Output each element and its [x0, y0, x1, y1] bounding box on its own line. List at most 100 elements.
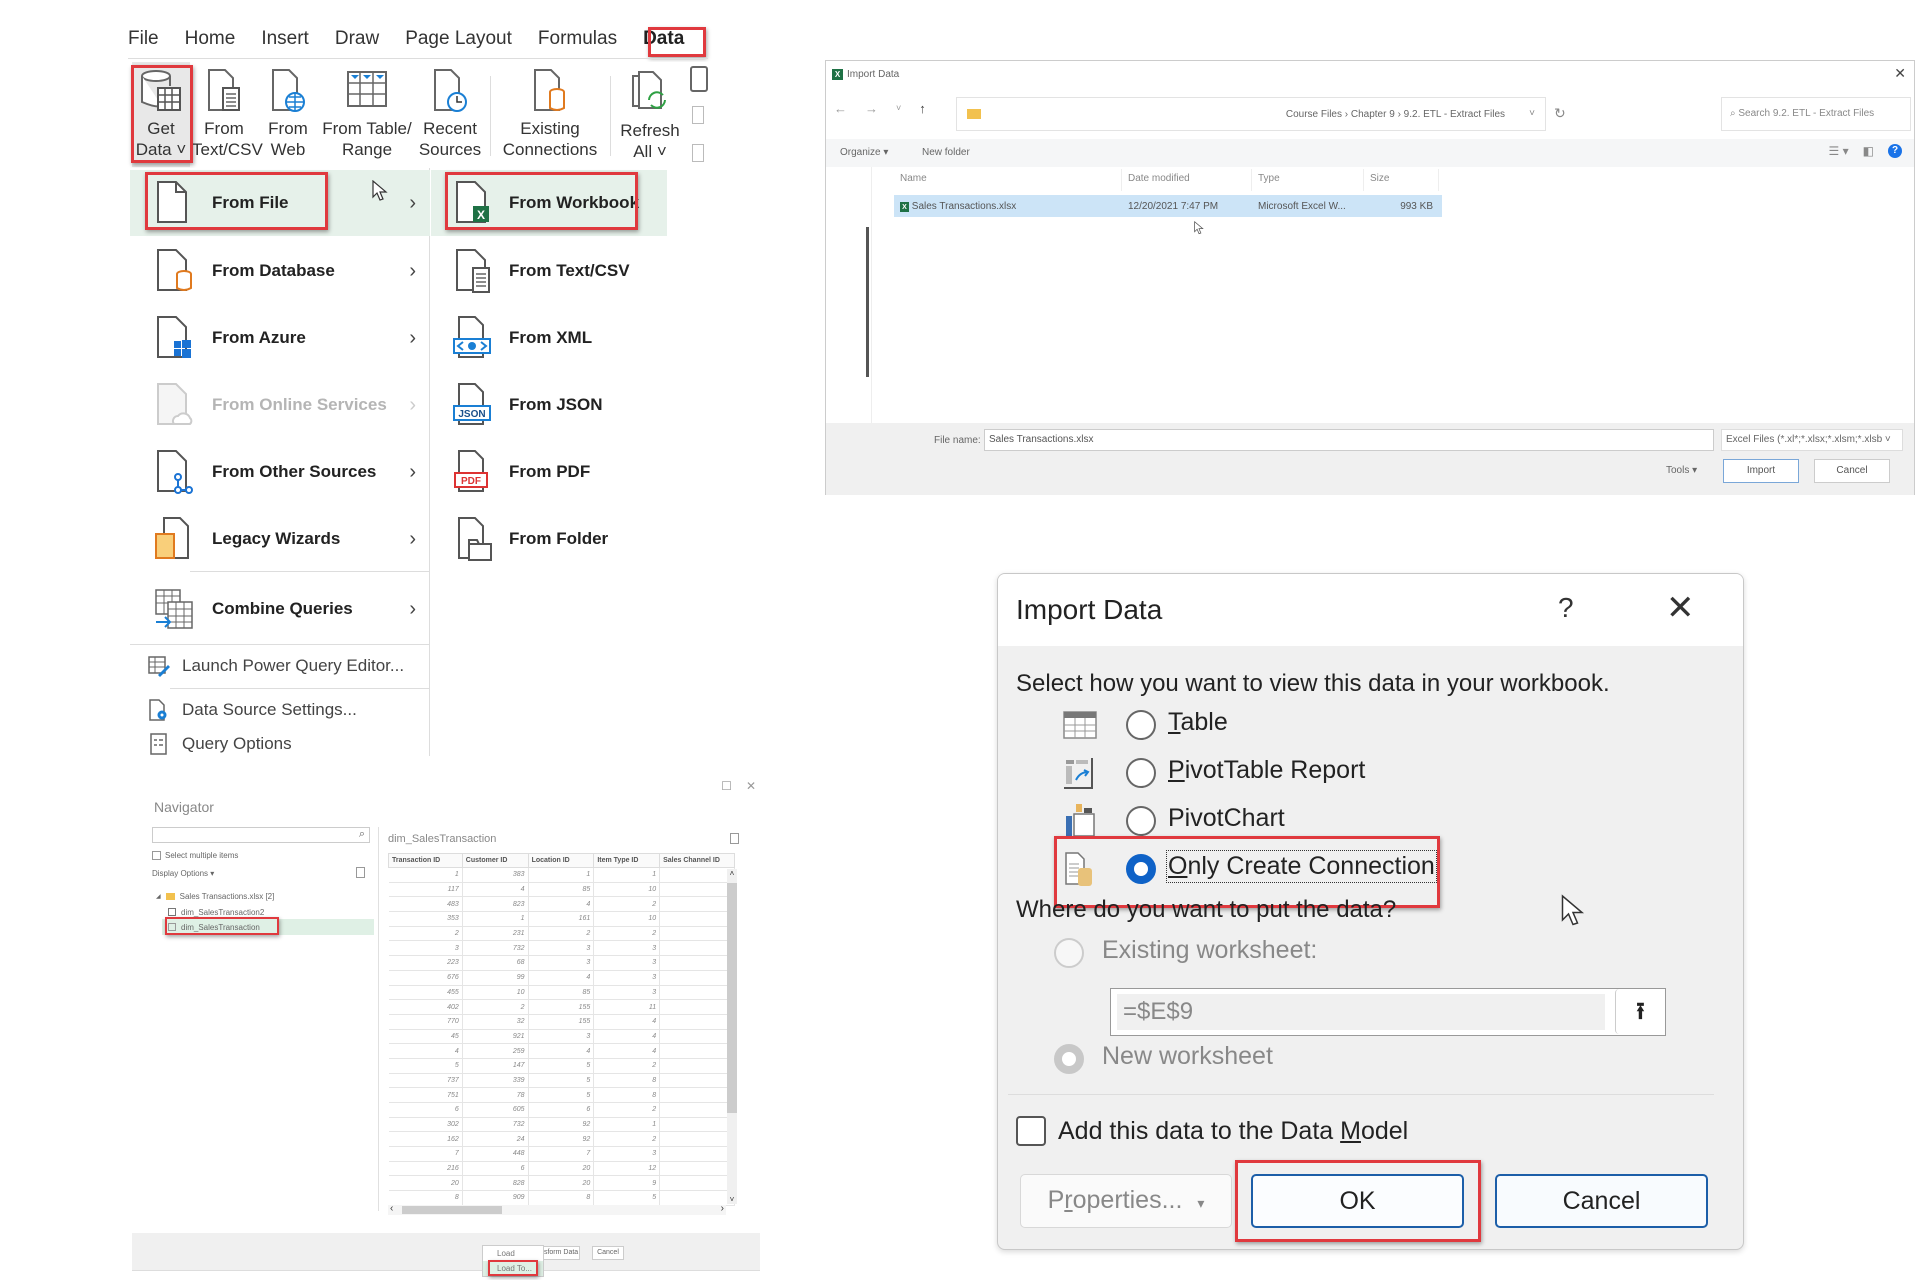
menu-item-from-online-services[interactable]: From Online Services ›: [130, 372, 430, 438]
queries-connections-icon[interactable]: [692, 106, 704, 124]
radio-existing-worksheet[interactable]: [1054, 938, 1084, 968]
add-to-data-model-checkbox[interactable]: Add this data to the Data Model: [1016, 1114, 1408, 1148]
column-header-name[interactable]: Name: [894, 169, 1122, 191]
column-header-type[interactable]: Type: [1252, 169, 1364, 191]
preview-pane-icon[interactable]: ◧: [1863, 144, 1874, 158]
file-row[interactable]: X Sales Transactions.xlsx 12/20/2021 7:4…: [894, 195, 1442, 217]
menu-item-query-options[interactable]: Query Options: [130, 730, 430, 758]
file-search-input[interactable]: ⌕ Search 9.2. ETL - Extract Files: [1721, 97, 1911, 131]
column-header[interactable]: Location ID: [527, 853, 595, 868]
checkbox[interactable]: [152, 851, 161, 860]
display-options-dropdown[interactable]: Display Options ▾: [152, 869, 214, 878]
up-arrow-icon[interactable]: ↑: [919, 101, 926, 116]
submenu-item-from-pdf[interactable]: PDF From PDF: [431, 439, 667, 505]
file-name-input[interactable]: Sales Transactions.xlsx: [984, 429, 1714, 451]
help-icon[interactable]: ?: [1888, 144, 1902, 158]
collapse-dialog-icon[interactable]: ⭱: [1615, 989, 1665, 1034]
radio-only-create-connection[interactable]: [1126, 854, 1156, 884]
submenu-item-from-workbook[interactable]: X From Workbook: [431, 170, 667, 236]
address-bar[interactable]: Course Files › Chapter 9 › 9.2. ETL - Ex…: [956, 97, 1546, 131]
scroll-thumb[interactable]: [402, 1206, 502, 1214]
cell-reference-field[interactable]: =$E$9 ⭱: [1110, 988, 1666, 1036]
ok-button[interactable]: OK: [1251, 1174, 1464, 1228]
navigator-search-input[interactable]: ⌕: [152, 827, 370, 843]
import-button[interactable]: Import: [1723, 459, 1799, 483]
maximize-icon[interactable]: ☐: [721, 779, 732, 793]
existing-connections-button[interactable]: Existing Connections: [500, 62, 600, 167]
view-options-icon[interactable]: ☰ ▾: [1829, 144, 1849, 158]
load-menu-item-load[interactable]: Load: [483, 1246, 543, 1261]
radio-pivotchart[interactable]: [1126, 806, 1156, 836]
navigator-cancel-button[interactable]: Cancel: [592, 1246, 624, 1260]
organize-button[interactable]: Organize ▾: [840, 147, 888, 158]
preview-horizontal-scrollbar[interactable]: ‹ ›: [388, 1203, 726, 1215]
edit-links-icon[interactable]: [692, 144, 704, 162]
submenu-item-from-xml[interactable]: From XML: [431, 305, 667, 371]
help-button[interactable]: ?: [1558, 592, 1574, 624]
column-header[interactable]: Transaction ID: [388, 853, 463, 868]
submenu-item-from-json[interactable]: JSON From JSON: [431, 372, 667, 438]
column-header-size[interactable]: Size: [1364, 169, 1439, 191]
from-web-button[interactable]: From Web: [260, 62, 316, 167]
file-type-select[interactable]: Excel Files (*.xl*;*.xlsx;*.xlsm;*.xlsb …: [1721, 429, 1903, 451]
chevron-down-icon[interactable]: ˅: [1529, 108, 1535, 119]
get-data-button[interactable]: Get Data ˅: [132, 62, 190, 167]
checkbox[interactable]: [1016, 1116, 1046, 1146]
recent-sources-button[interactable]: Recent Sources: [418, 62, 482, 167]
cancel-button[interactable]: Cancel: [1495, 1174, 1708, 1228]
scroll-thumb[interactable]: [727, 883, 737, 1113]
tree-item-dim-salestransaction[interactable]: dim_SalesTransaction: [162, 919, 374, 935]
tab-file[interactable]: File: [128, 24, 159, 54]
from-table-range-button[interactable]: From Table/ Range: [320, 62, 414, 167]
new-folder-button[interactable]: New folder: [922, 147, 970, 158]
expand-icon[interactable]: ◢: [156, 893, 161, 900]
refresh-icon[interactable]: ↻: [1554, 105, 1566, 122]
forward-arrow-icon[interactable]: →: [865, 101, 878, 116]
recent-dropdown-icon[interactable]: ˅: [896, 103, 901, 116]
radio-new-worksheet[interactable]: [1054, 1044, 1084, 1074]
column-header[interactable]: Customer ID: [461, 853, 529, 868]
tab-home[interactable]: Home: [185, 24, 236, 54]
cell-reference-value[interactable]: =$E$9: [1117, 994, 1605, 1030]
tree-item-dim-salestransaction2[interactable]: dim_SalesTransaction2: [168, 904, 264, 920]
column-header-date[interactable]: Date modified: [1122, 169, 1252, 191]
back-arrow-icon[interactable]: ←: [834, 101, 847, 116]
tab-page-layout[interactable]: Page Layout: [405, 24, 512, 54]
menu-item-launch-power-query-editor[interactable]: Launch Power Query Editor...: [130, 646, 430, 686]
menu-item-combine-queries[interactable]: Combine Queries ›: [130, 576, 430, 642]
column-header[interactable]: Item Type ID: [593, 853, 661, 868]
load-menu-item-load-to[interactable]: Load To...: [483, 1261, 543, 1276]
submenu-item-from-folder[interactable]: From Folder: [431, 506, 667, 572]
tab-insert[interactable]: Insert: [261, 24, 309, 54]
menu-item-from-azure[interactable]: From Azure ›: [130, 305, 430, 371]
menu-item-from-database[interactable]: From Database ›: [130, 238, 430, 304]
tree-root-workbook[interactable]: ◢ Sales Transactions.xlsx [2]: [156, 888, 274, 904]
radio-pivottable-report[interactable]: [1126, 758, 1156, 788]
properties-button[interactable]: Properties... ▾: [1020, 1174, 1232, 1228]
column-header[interactable]: Sales Channel ID: [659, 853, 735, 868]
tools-dropdown[interactable]: Tools ▾: [1666, 465, 1697, 476]
preview-vertical-scrollbar[interactable]: ˄ ˅: [727, 869, 737, 1204]
scroll-up-icon[interactable]: ˄: [727, 869, 737, 878]
refresh-all-button[interactable]: Refresh All ˅: [618, 64, 682, 169]
submenu-item-from-text-csv[interactable]: From Text/CSV: [431, 238, 667, 304]
from-text-csv-button[interactable]: From Text/CSV: [192, 62, 263, 167]
tab-formulas[interactable]: Formulas: [538, 24, 617, 54]
tab-data[interactable]: Data: [643, 24, 684, 54]
menu-item-from-other-sources[interactable]: From Other Sources ›: [130, 439, 430, 505]
close-icon[interactable]: ✕: [746, 779, 756, 793]
refresh-preview-icon[interactable]: [356, 867, 365, 878]
nav-pane-scrollbar[interactable]: [866, 227, 869, 377]
file-dialog-close-button[interactable]: ✕: [1894, 65, 1906, 82]
radio-table[interactable]: [1126, 710, 1156, 740]
preview-refresh-icon[interactable]: [730, 833, 739, 844]
close-button[interactable]: ✕: [1666, 588, 1695, 628]
menu-item-data-source-settings[interactable]: Data Source Settings...: [130, 690, 430, 730]
select-multiple-checkbox[interactable]: Select multiple items: [152, 851, 238, 860]
file-dialog-cancel-button[interactable]: Cancel: [1814, 459, 1890, 483]
scroll-right-icon[interactable]: ›: [721, 1203, 724, 1214]
menu-item-legacy-wizards[interactable]: Legacy Wizards ›: [130, 506, 430, 572]
scroll-down-icon[interactable]: ˅: [727, 1195, 737, 1204]
properties-icon[interactable]: [690, 66, 708, 92]
scroll-left-icon[interactable]: ‹: [390, 1203, 393, 1214]
